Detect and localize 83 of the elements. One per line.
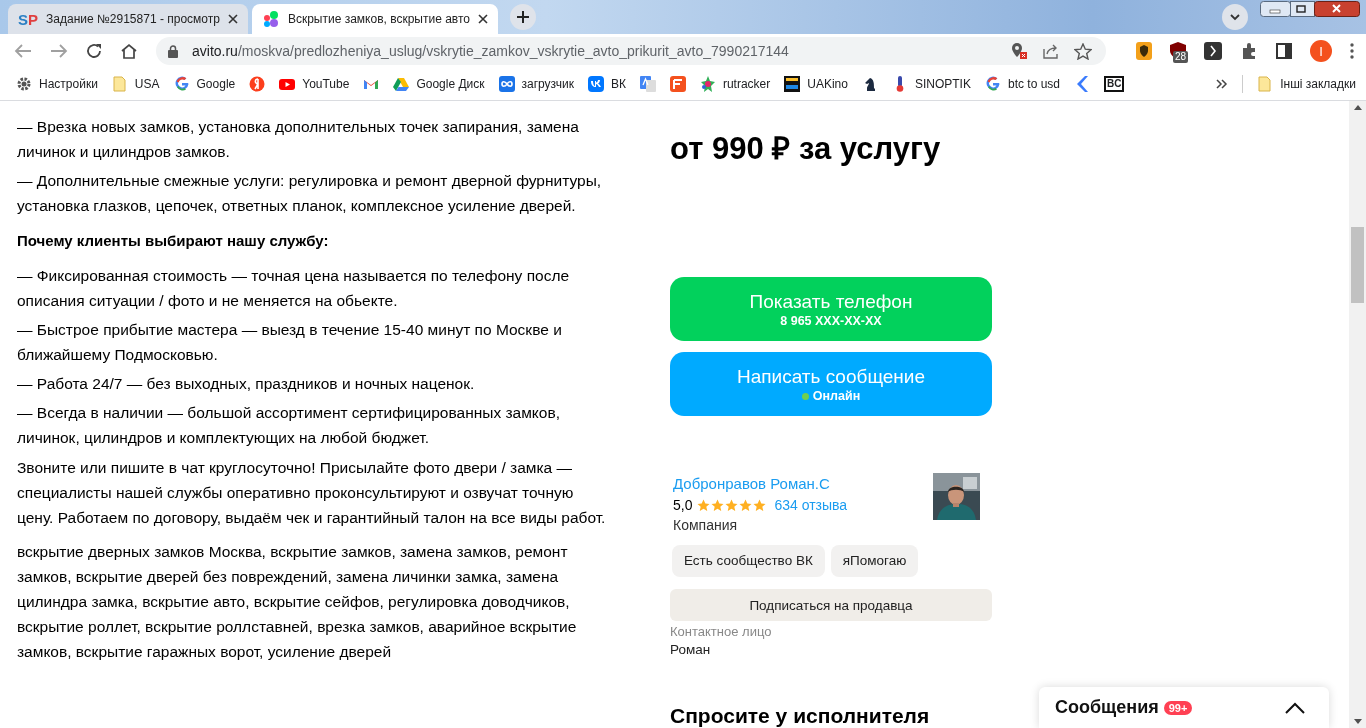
- seller-tag[interactable]: Есть сообщество ВК: [672, 545, 825, 577]
- paragraph: — Работа 24/7 — без выходных, праздников и ночных наценок.: [17, 374, 476, 394]
- folder-icon: [1257, 76, 1274, 92]
- star-icon: [739, 498, 753, 512]
- seller-tag[interactable]: яПомогаю: [830, 545, 919, 577]
- messages-panel[interactable]: Сообщения 99+: [1039, 687, 1329, 728]
- scroll-thumb[interactable]: [1351, 226, 1364, 303]
- subscribe-button[interactable]: Подписаться на продавца: [670, 589, 992, 621]
- contact-label: Контактное лицо: [670, 623, 773, 640]
- seller-type: Компания: [673, 516, 739, 535]
- count-badge: 28: [1173, 51, 1189, 63]
- scroll-down-icon[interactable]: [1353, 719, 1362, 724]
- bookmark-folder[interactable]: Інші закладки: [1257, 76, 1356, 92]
- folder-icon: [111, 76, 128, 92]
- close-icon[interactable]: [478, 14, 488, 24]
- back-arrow-icon[interactable]: [14, 43, 32, 59]
- film-icon: [784, 76, 801, 92]
- side-panel-icon[interactable]: [1276, 43, 1292, 59]
- puzzle-icon[interactable]: [1240, 42, 1258, 60]
- paragraph: — Всегда в наличии — большой ассортимент сертифицированных замков, личинок, цилиндров и комплектующих на любой бюджет.: [17, 403, 561, 448]
- contact-name: Роман: [670, 641, 712, 659]
- paragraph: Звоните или пишите в чат круглосуточно! Присылайте фото двери / замка — специалисты нашей службы оперативно проконсультируют и озвучат точную цену. Работаем по договору, выдаём чек и гарантийный талон на все виды работ.: [17, 458, 607, 528]
- address-bar[interactable]: avito.ru/moskva/predlozheniya_uslug/vskrytie_zamkov_vskrytie_avto_prikurit_avto_7990217144: [156, 37, 1106, 65]
- paragraph: — Фиксированная стоимость — точная цена называется по телефону после описания ситуации / фото и не меняется на обьекте.: [17, 266, 571, 311]
- home-icon[interactable]: [120, 43, 138, 59]
- infinity-logo-icon: [498, 76, 515, 92]
- star-icon: [753, 498, 767, 512]
- letter-logo-icon: [669, 76, 686, 92]
- rating-value: 5,0: [673, 496, 693, 515]
- paragraph: вскрытие дверных замков Москва, вскрытие замков, замена замков, ремонт замков, вскрытие дверей без повреждений, замена личинки замка, замена цилиндра замка, вскрытие авто, вскрытие сейфов, регулировка доводчиков, вскрытие роллет, вскрытие роллставней, врезка замков, аварийное вскрытие замков, вскрытие гаражных ворот, усиление дверей: [17, 542, 578, 662]
- star-icon: [697, 498, 711, 512]
- bookmark[interactable]: BC: [1104, 76, 1125, 92]
- location-blocked-icon[interactable]: [1010, 42, 1028, 60]
- bookmark[interactable]: USA: [111, 76, 160, 92]
- star-logo-icon: [699, 76, 716, 92]
- scrollbar[interactable]: [1349, 101, 1366, 728]
- bookmark[interactable]: загрузчик: [498, 76, 574, 92]
- reload-icon[interactable]: [86, 43, 102, 59]
- forward-arrow-icon[interactable]: [50, 43, 68, 59]
- paragraph: — Дополнительные смежные услуги: регулировка и ремонт дверной фурнитуры, установка глазков, цепочек, ответных планок, комплексное усиление дверей.: [17, 171, 603, 216]
- url-text[interactable]: avito.ru/moskva/predlozheniya_uslug/vskrytie_zamkov_vskrytie_avto_prikurit_avto_7990217144: [192, 43, 789, 59]
- bookmark[interactable]: rutracker: [699, 76, 771, 92]
- browser-tab[interactable]: SP Задание №2915871 - просмотр: [8, 4, 248, 34]
- bookmark[interactable]: SINOPTIK: [891, 76, 971, 92]
- triangle-logo-icon: [393, 76, 410, 92]
- shield-icon[interactable]: [1136, 42, 1152, 60]
- site-logo: SP: [18, 10, 39, 28]
- translate-icon: [639, 76, 656, 92]
- bookmark[interactable]: Google Диск: [393, 76, 485, 92]
- round-logo-icon: [249, 76, 266, 92]
- new-tab-icon[interactable]: [510, 4, 536, 30]
- bookmark[interactable]: btc to usd: [984, 76, 1060, 92]
- vk-logo-icon: [587, 76, 604, 92]
- bookmark[interactable]: Настройки: [16, 76, 98, 92]
- close-icon[interactable]: [227, 14, 238, 24]
- bracket-icon[interactable]: [1204, 42, 1222, 60]
- star-icon: [725, 498, 739, 512]
- gear-icon: [16, 76, 32, 92]
- chevron-up-icon[interactable]: [1285, 701, 1305, 714]
- star-icon: [711, 498, 725, 512]
- scroll-up-icon[interactable]: [1353, 105, 1362, 110]
- google-logo-icon: [984, 76, 1001, 92]
- dots-logo-icon: [261, 10, 280, 28]
- price: от 990 ₽ за услугу: [670, 130, 942, 168]
- play-logo-icon: [279, 76, 296, 92]
- bookmark[interactable]: YouTube: [279, 76, 350, 92]
- share-icon[interactable]: [1042, 43, 1060, 59]
- count-badge: 99+: [1163, 700, 1193, 715]
- bookmark[interactable]: ВК: [587, 76, 626, 92]
- bookmark[interactable]: Google: [173, 76, 236, 92]
- lock-icon: [168, 44, 178, 58]
- chevron-down-icon[interactable]: [1222, 4, 1248, 30]
- double-chevron-icon[interactable]: [1216, 79, 1229, 89]
- paragraph: — Быстрое прибытие мастера — выезд в течение 15-40 минут по Москве и ближайшему Подмосковью.: [17, 320, 563, 365]
- more-icon[interactable]: [1350, 43, 1354, 59]
- paragraph: — Врезка новых замков, установка дополнительных точек запирания, замена личинок и цилиндров замков.: [17, 117, 580, 162]
- bookmark[interactable]: UAKino: [784, 76, 848, 92]
- browser-tab[interactable]: Вскрытие замков, вскрытие авто: [251, 4, 498, 34]
- section-heading: Спросите у исполнителя: [670, 704, 931, 728]
- section-heading: Почему клиенты выбирают нашу службу:: [17, 231, 330, 251]
- google-logo-icon: [173, 76, 190, 92]
- window-controls-drawing[interactable]: [1260, 1, 1360, 18]
- star-icon[interactable]: [1074, 42, 1092, 60]
